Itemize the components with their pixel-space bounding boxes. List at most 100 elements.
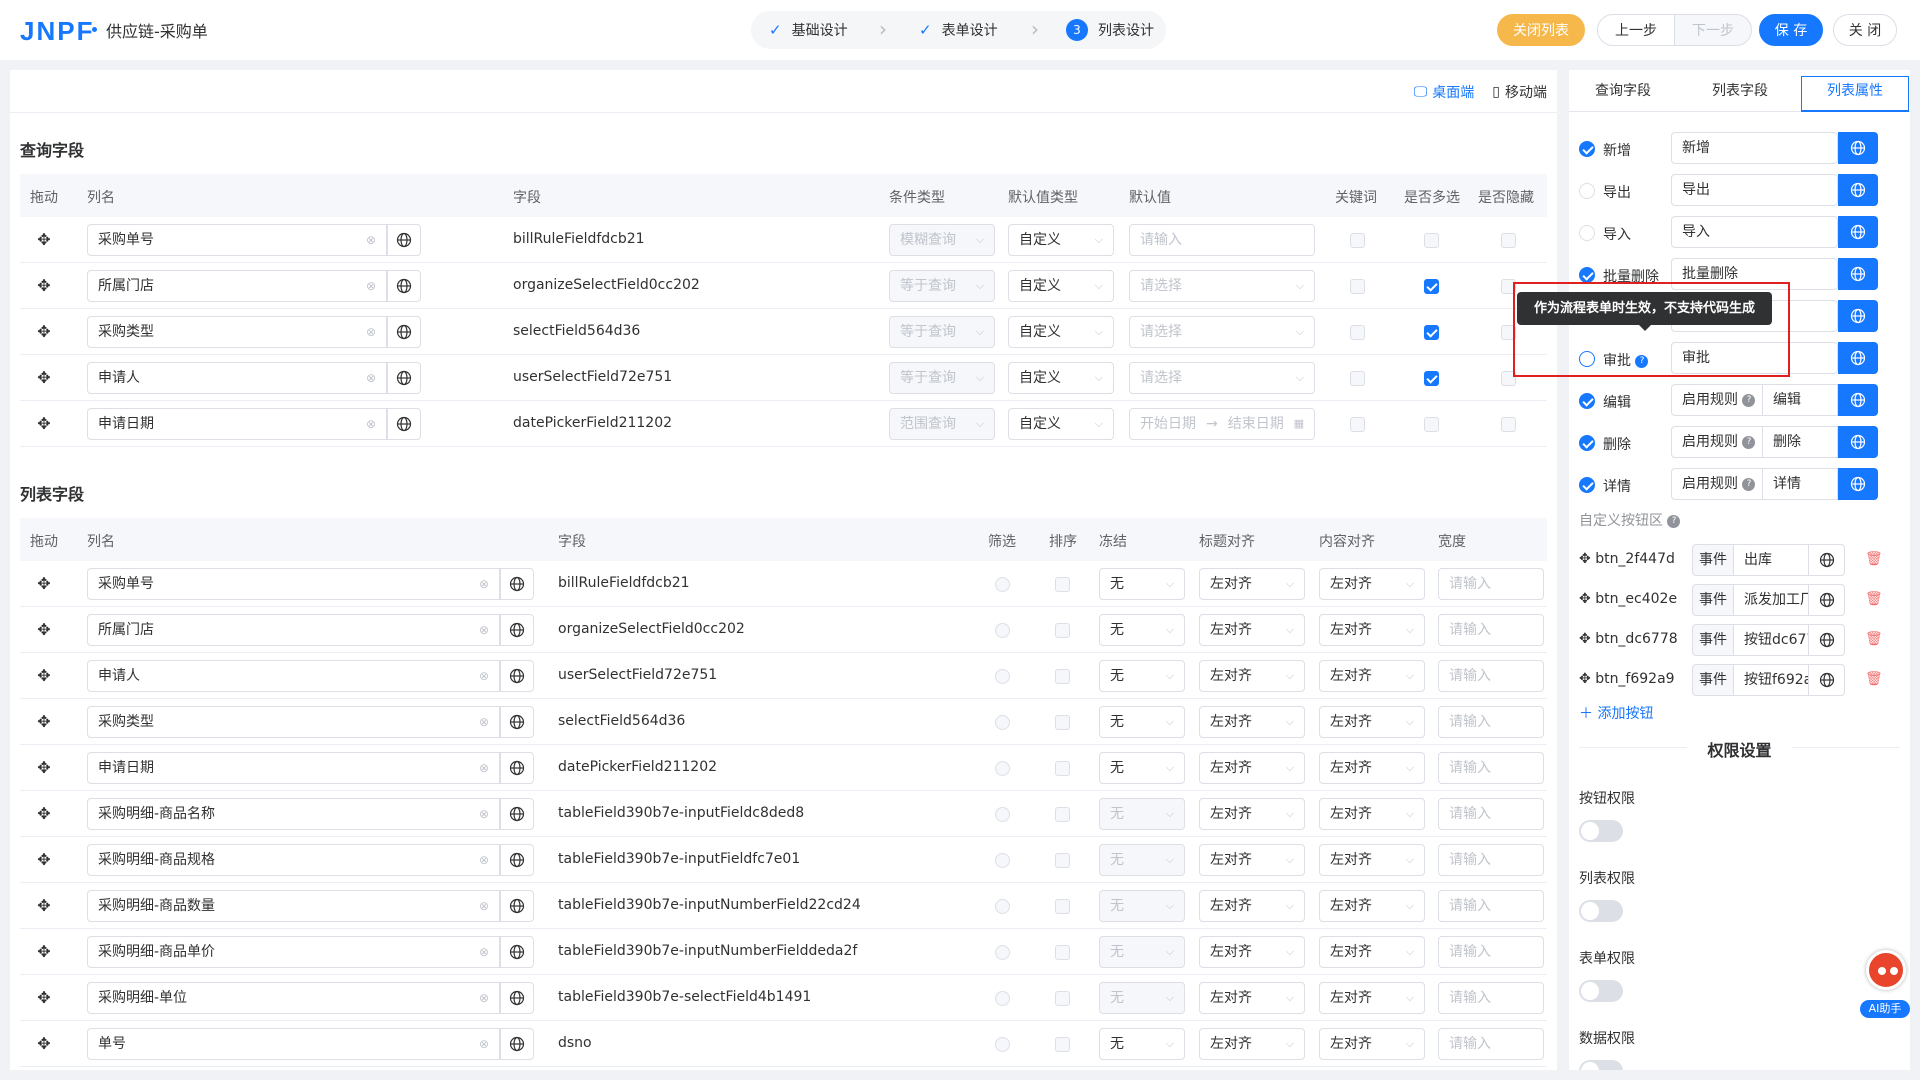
event-button[interactable]: 事件 — [1692, 544, 1734, 576]
multi-select-checkbox[interactable] — [1424, 417, 1439, 432]
clear-icon[interactable]: ⊗ — [479, 891, 489, 921]
default-value-input[interactable]: 开始日期 → 结束日期 ▦ — [1129, 408, 1315, 440]
rule-select[interactable]: 启用规则 ? — [1671, 384, 1763, 416]
rule-select[interactable]: 启用规则 ? — [1671, 426, 1763, 458]
globe-icon[interactable] — [387, 408, 421, 440]
action-name-input[interactable]: 导入 — [1671, 216, 1838, 248]
freeze-select[interactable]: 无 ⌵ — [1099, 798, 1185, 830]
filter-checkbox[interactable] — [995, 761, 1010, 776]
default-value-input[interactable]: 请选择 ⌵ — [1129, 270, 1315, 302]
globe-icon[interactable] — [387, 316, 421, 348]
tab-list-props[interactable]: 列表属性 — [1827, 80, 1883, 100]
column-name-input[interactable]: 申请人 ⊗ — [87, 660, 500, 692]
globe-icon[interactable] — [1838, 216, 1878, 248]
drag-handle-icon[interactable]: ✥ — [34, 712, 54, 732]
filter-checkbox[interactable] — [995, 991, 1010, 1006]
freeze-select[interactable]: 无 ⌵ — [1099, 936, 1185, 968]
tab-query-fields[interactable]: 查询字段 — [1595, 80, 1651, 100]
freeze-select[interactable]: 无 ⌵ — [1099, 844, 1185, 876]
keyword-checkbox[interactable] — [1350, 417, 1365, 432]
freeze-select[interactable]: 无 ⌵ — [1099, 982, 1185, 1014]
close-button[interactable]: 关 闭 — [1833, 14, 1897, 46]
sort-checkbox[interactable] — [1055, 991, 1070, 1006]
multi-select-checkbox[interactable] — [1424, 371, 1439, 386]
column-name-input[interactable]: 申请日期 ⊗ — [87, 752, 500, 784]
globe-icon[interactable] — [500, 798, 534, 830]
keyword-checkbox[interactable] — [1350, 233, 1365, 248]
globe-icon[interactable] — [500, 568, 534, 600]
default-type-select[interactable]: 自定义 ⌵ — [1008, 408, 1114, 440]
title-align-select[interactable]: 左对齐 ⌵ — [1199, 844, 1305, 876]
title-align-select[interactable]: 左对齐 ⌵ — [1199, 890, 1305, 922]
keyword-checkbox[interactable] — [1350, 279, 1365, 294]
condition-type-select[interactable]: 等于查询 ⌵ — [889, 316, 995, 348]
title-align-select[interactable]: 左对齐 ⌵ — [1199, 936, 1305, 968]
action-name-input[interactable]: 删除 — [1763, 426, 1838, 458]
globe-icon[interactable] — [387, 224, 421, 256]
drag-handle-icon[interactable]: ✥ — [34, 414, 54, 434]
content-align-select[interactable]: 左对齐 ⌵ — [1319, 568, 1425, 600]
freeze-select[interactable]: 无 ⌵ — [1099, 614, 1185, 646]
form-perm-switch[interactable] — [1579, 980, 1623, 1002]
globe-icon[interactable] — [500, 660, 534, 692]
globe-icon[interactable] — [1838, 426, 1878, 458]
content-align-select[interactable]: 左对齐 ⌵ — [1319, 1028, 1425, 1060]
clear-icon[interactable]: ⊗ — [479, 845, 489, 875]
globe-icon[interactable] — [1838, 342, 1878, 374]
content-align-select[interactable]: 左对齐 ⌵ — [1319, 660, 1425, 692]
sort-checkbox[interactable] — [1055, 761, 1070, 776]
column-name-input[interactable]: 采购明细-商品规格 ⊗ — [87, 844, 500, 876]
action-checkbox[interactable] — [1579, 183, 1595, 199]
title-align-select[interactable]: 左对齐 ⌵ — [1199, 798, 1305, 830]
clear-icon[interactable]: ⊗ — [366, 409, 376, 439]
add-button[interactable]: ＋ 添加按钮 — [1579, 703, 1653, 723]
drag-handle-icon[interactable]: ✥ — [1579, 671, 1591, 687]
title-align-select[interactable]: 左对齐 ⌵ — [1199, 752, 1305, 784]
action-checkbox[interactable] — [1579, 393, 1595, 409]
clear-icon[interactable]: ⊗ — [366, 363, 376, 393]
trash-icon[interactable]: 🗑 — [1865, 631, 1883, 647]
content-align-select[interactable]: 左对齐 ⌵ — [1319, 844, 1425, 876]
action-name-input[interactable]: 新增 — [1671, 132, 1838, 164]
action-name-input[interactable]: 编辑 — [1763, 384, 1838, 416]
trash-icon[interactable]: 🗑 — [1865, 671, 1883, 687]
width-input[interactable]: 请输入 — [1438, 614, 1544, 646]
width-input[interactable]: 请输入 — [1438, 706, 1544, 738]
device-desktop[interactable]: 🖵 桌面端 — [1414, 82, 1475, 102]
step-basic[interactable]: ✓ 基础设计 — [769, 20, 848, 40]
clear-icon[interactable]: ⊗ — [479, 1029, 489, 1059]
prev-step-button[interactable]: 上一步 — [1597, 14, 1675, 46]
default-value-input[interactable]: 请选择 ⌵ — [1129, 316, 1315, 348]
globe-icon[interactable] — [1809, 584, 1845, 616]
globe-icon[interactable] — [500, 936, 534, 968]
column-name-input[interactable]: 申请人 ⊗ — [87, 362, 387, 394]
globe-icon[interactable] — [1838, 384, 1878, 416]
globe-icon[interactable] — [500, 706, 534, 738]
clear-icon[interactable]: ⊗ — [479, 937, 489, 967]
clear-icon[interactable]: ⊗ — [479, 661, 489, 691]
content-align-select[interactable]: 左对齐 ⌵ — [1319, 798, 1425, 830]
clear-icon[interactable]: ⊗ — [366, 225, 376, 255]
save-button[interactable]: 保 存 — [1759, 14, 1823, 46]
drag-handle-icon[interactable]: ✥ — [34, 758, 54, 778]
globe-icon[interactable] — [1838, 258, 1878, 290]
action-checkbox[interactable] — [1579, 435, 1595, 451]
filter-checkbox[interactable] — [995, 623, 1010, 638]
trash-icon[interactable]: 🗑 — [1865, 591, 1883, 607]
custom-button-input[interactable]: 按钮f692a9 — [1734, 664, 1809, 696]
content-align-select[interactable]: 左对齐 ⌵ — [1319, 936, 1425, 968]
data-perm-switch[interactable] — [1579, 1060, 1623, 1070]
column-name-input[interactable]: 采购单号 ⊗ — [87, 224, 387, 256]
clear-icon[interactable]: ⊗ — [479, 615, 489, 645]
drag-handle-icon[interactable]: ✥ — [1579, 631, 1591, 647]
globe-icon[interactable] — [1809, 624, 1845, 656]
rule-select[interactable]: 启用规则 ? — [1671, 468, 1763, 500]
column-name-input[interactable]: 采购明细-商品数量 ⊗ — [87, 890, 500, 922]
width-input[interactable]: 请输入 — [1438, 568, 1544, 600]
default-type-select[interactable]: 自定义 ⌵ — [1008, 270, 1114, 302]
condition-type-select[interactable]: 模糊查询 ⌵ — [889, 224, 995, 256]
column-name-input[interactable]: 采购明细-商品名称 ⊗ — [87, 798, 500, 830]
filter-checkbox[interactable] — [995, 669, 1010, 684]
help-icon[interactable]: ? — [1742, 477, 1756, 491]
tab-list-fields[interactable]: 列表字段 — [1712, 80, 1768, 100]
